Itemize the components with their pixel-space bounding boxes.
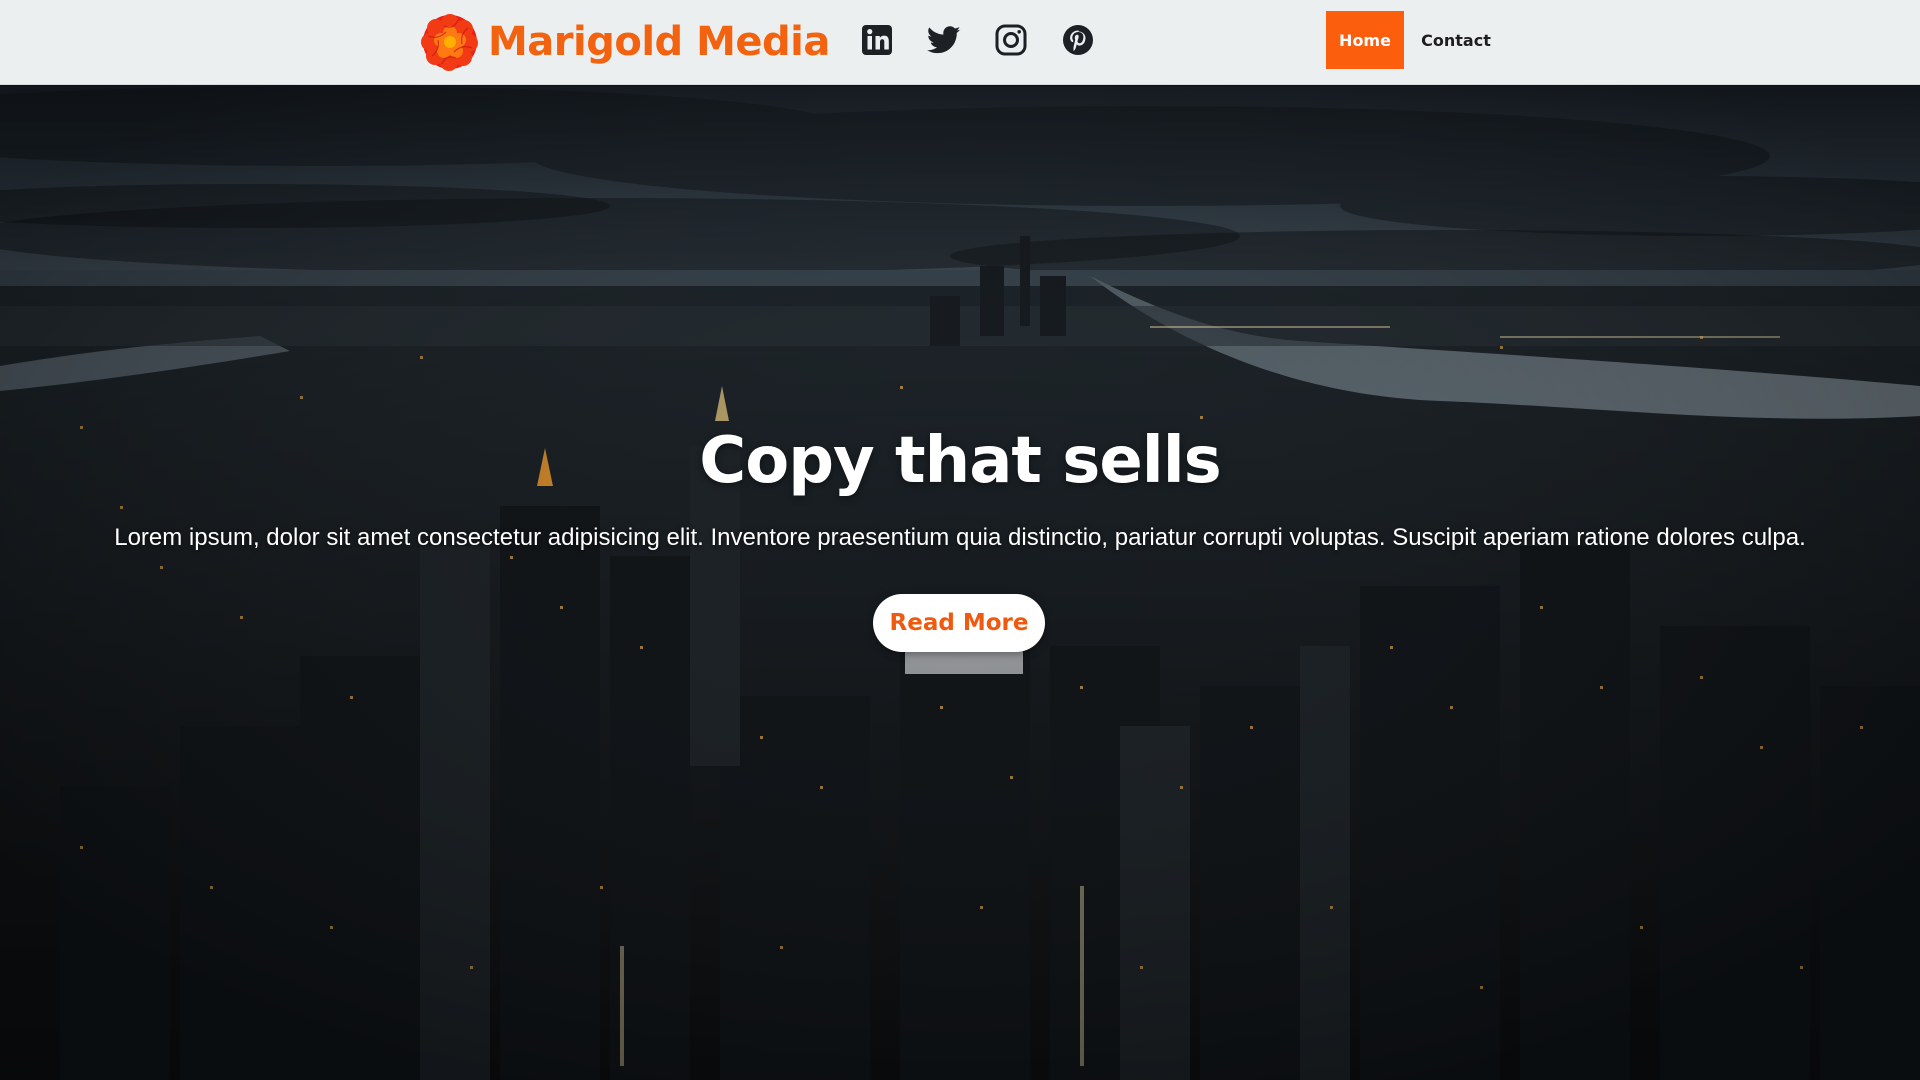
hero-title: Copy that sells <box>699 424 1221 498</box>
twitter-icon <box>927 26 961 54</box>
nav-home-link[interactable]: Home <box>1326 11 1404 69</box>
read-more-button[interactable]: Read More <box>873 594 1045 652</box>
linkedin-link[interactable] <box>860 23 894 57</box>
social-links <box>860 20 1128 60</box>
instagram-icon <box>995 24 1027 56</box>
twitter-link[interactable] <box>927 23 961 57</box>
hero-content: Copy that sells Lorem ipsum, dolor sit a… <box>0 86 1920 1080</box>
nav-contact-link[interactable]: Contact <box>1404 11 1508 69</box>
pinterest-icon <box>1063 25 1093 55</box>
hero-section: Copy that sells Lorem ipsum, dolor sit a… <box>0 86 1920 1080</box>
marigold-flower-icon <box>421 14 478 71</box>
main-nav: Home Contact <box>1326 11 1508 69</box>
linkedin-icon <box>862 25 892 55</box>
brand-name: Marigold Media <box>488 19 830 65</box>
pinterest-link[interactable] <box>1061 23 1095 57</box>
instagram-link[interactable] <box>994 23 1028 57</box>
hero-description: Lorem ipsum, dolor sit amet consectetur … <box>114 524 1806 551</box>
brand-link[interactable]: Marigold Media <box>420 10 830 74</box>
navbar: Marigold Media Home Contact <box>0 0 1920 85</box>
